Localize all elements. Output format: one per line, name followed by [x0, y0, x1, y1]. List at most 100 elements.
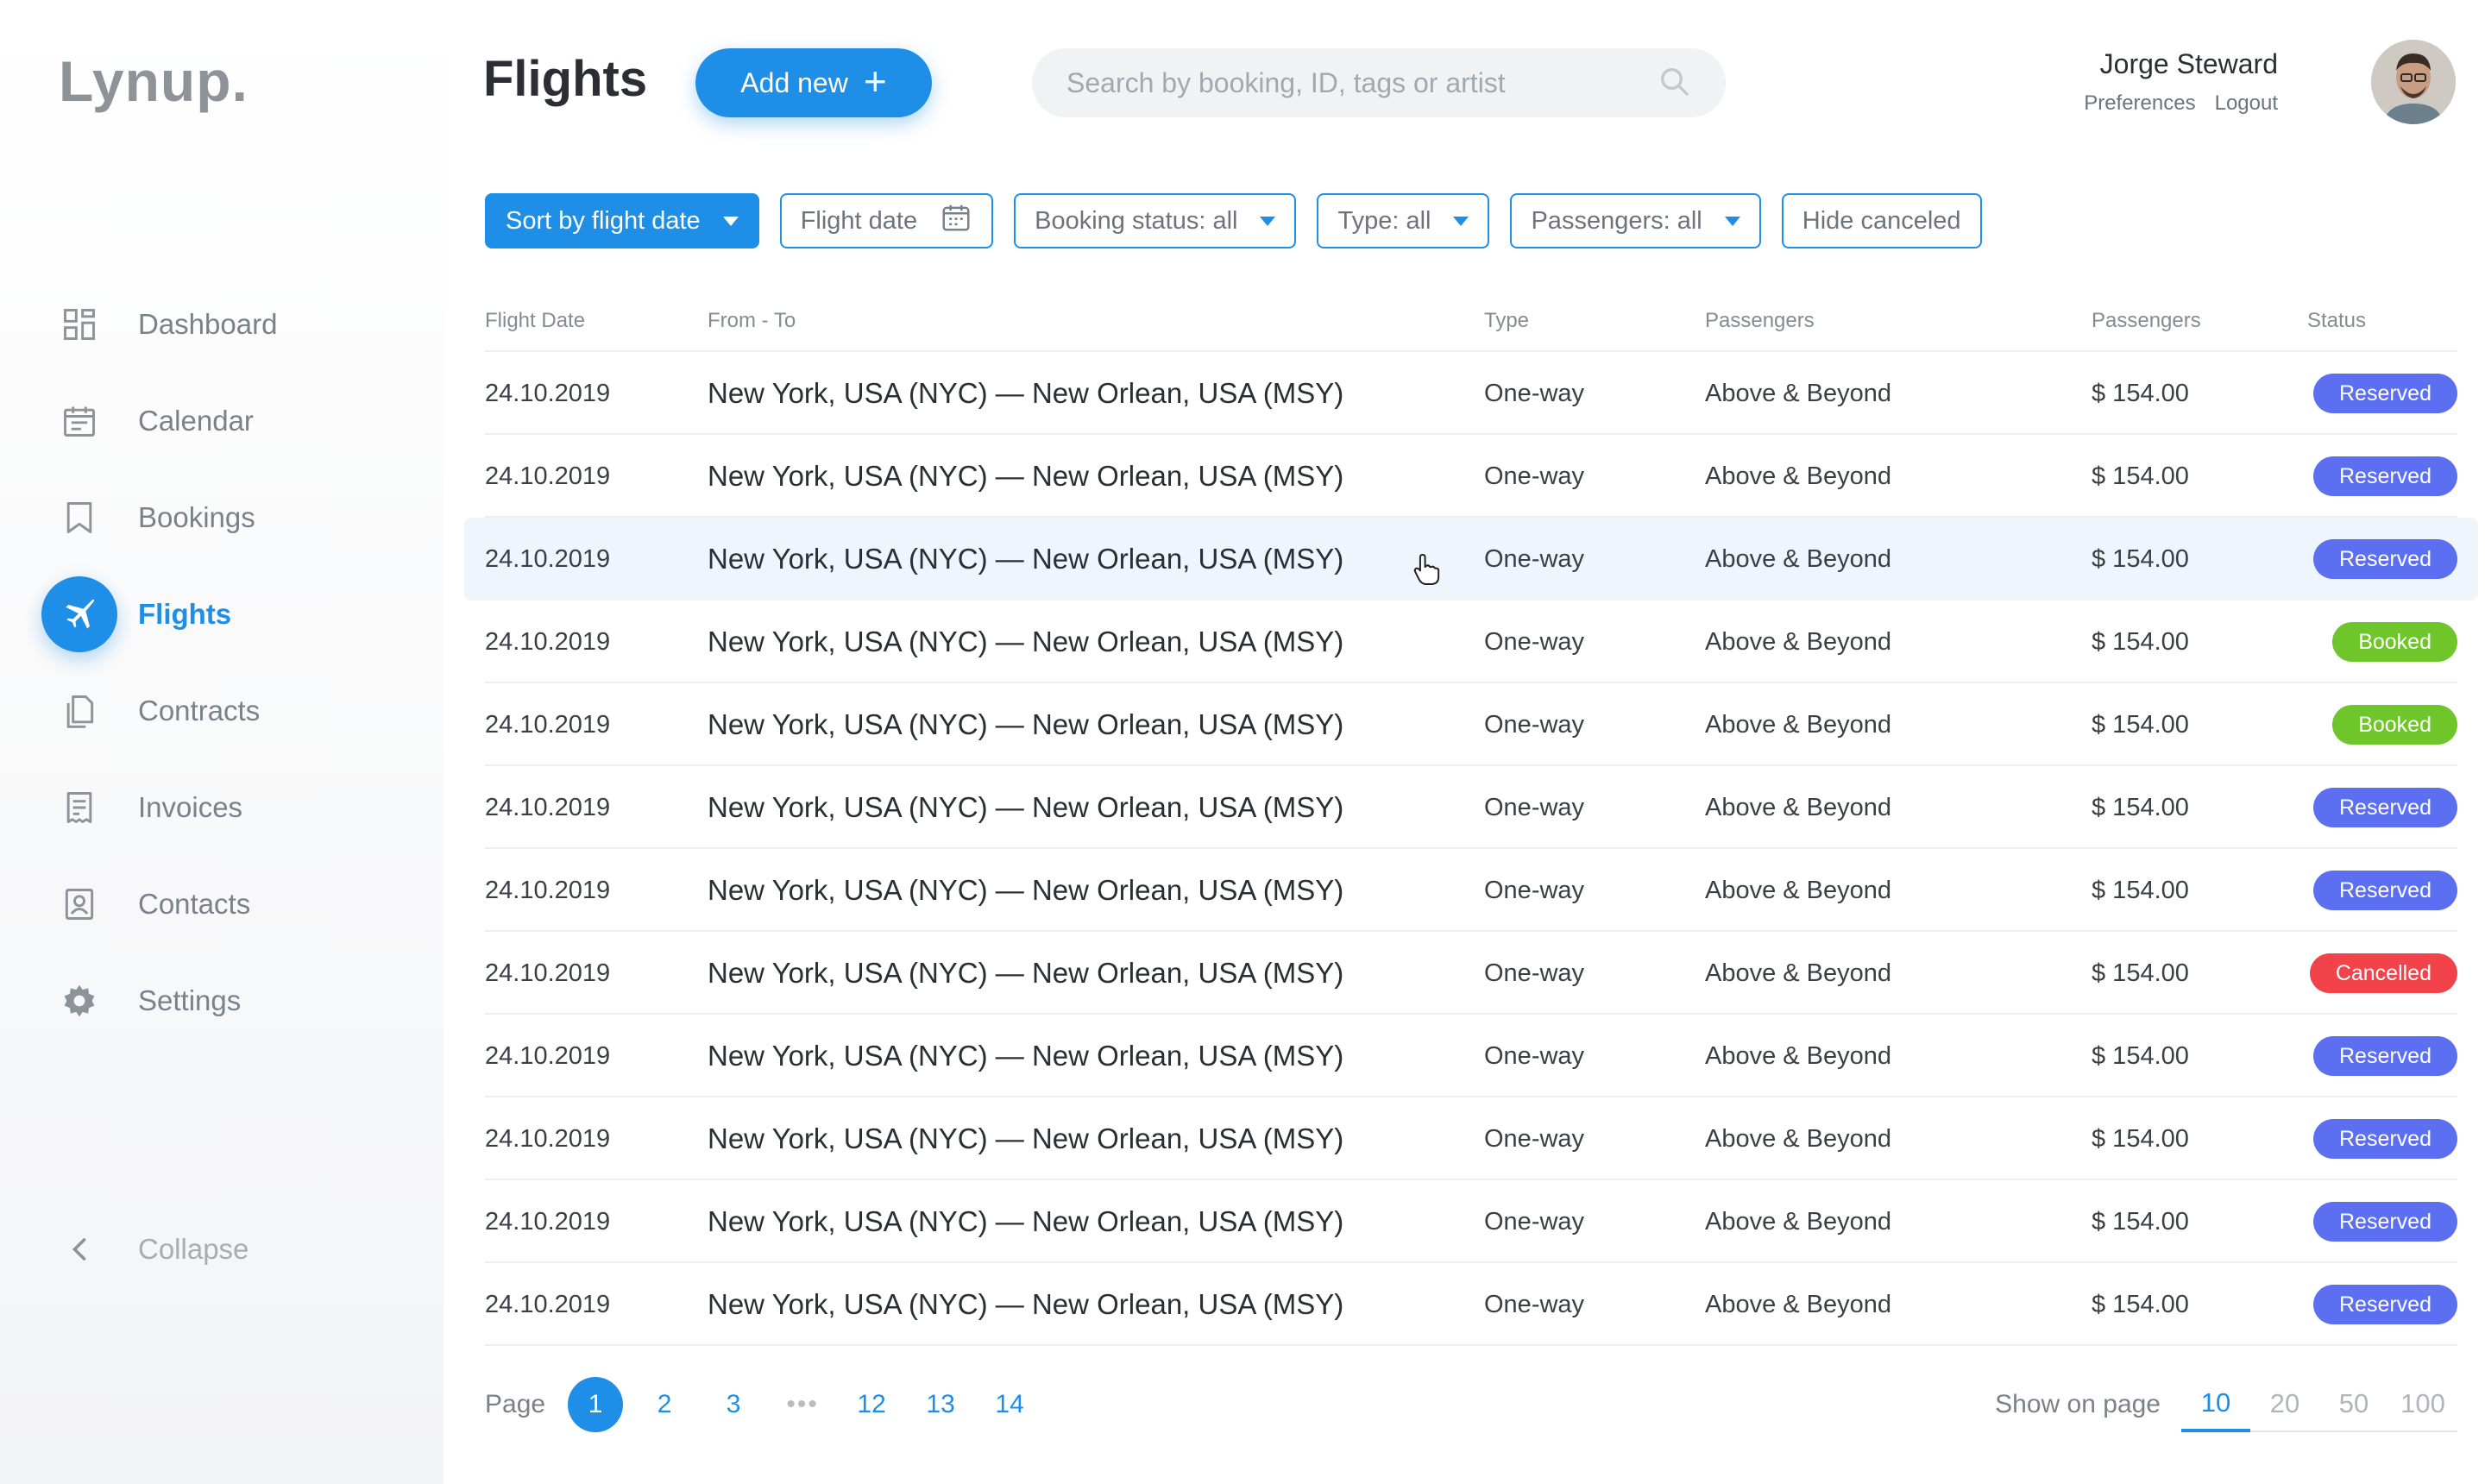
table-row[interactable]: 24.10.2019 New York, USA (NYC) — New Orle… [464, 518, 2478, 601]
sidebar-item-contacts[interactable]: Contacts [41, 856, 421, 953]
sidebar-item-calendar[interactable]: Calendar [41, 373, 421, 469]
passengers-cell: Above & Beyond [1705, 1290, 1892, 1318]
status-badge: Reserved [2313, 1119, 2457, 1159]
table-row[interactable]: 24.10.2019 New York, USA (NYC) — New Orle… [485, 683, 2457, 766]
table-row[interactable]: 24.10.2019 New York, USA (NYC) — New Orle… [485, 849, 2457, 932]
route-cell: New York, USA (NYC) — New Orlean, USA (M… [708, 626, 1344, 657]
passengers-cell: Above & Beyond [1705, 959, 1892, 987]
plus-icon: + [863, 59, 887, 104]
status-badge: Reserved [2313, 788, 2457, 827]
type-cell: One-way [1484, 876, 1585, 904]
status-badge: Booked [2332, 705, 2457, 745]
search-icon[interactable] [1657, 64, 1691, 103]
table-row[interactable]: 24.10.2019 New York, USA (NYC) — New Orle… [485, 1180, 2457, 1263]
sort-dropdown[interactable]: Sort by flight date [485, 193, 759, 248]
sidebar-item-settings[interactable]: Settings [41, 953, 421, 1049]
table-row[interactable]: 24.10.2019 New York, USA (NYC) — New Orle… [485, 1263, 2457, 1346]
column-header-price[interactable]: Passengers [2092, 309, 2201, 333]
sidebar-item-bookings[interactable]: Bookings [41, 469, 421, 566]
search-input[interactable] [1066, 66, 1657, 99]
caret-down-icon [1260, 216, 1276, 226]
column-header-type[interactable]: Type [1484, 309, 1529, 333]
sidebar-item-contracts[interactable]: Contracts [41, 663, 421, 759]
type-cell: One-way [1484, 544, 1585, 573]
page-button[interactable]: 13 [913, 1377, 968, 1432]
price-cell: $ 154.00 [2092, 1041, 2189, 1070]
price-cell: $ 154.00 [2092, 462, 2189, 490]
passengers-cell: Above & Beyond [1705, 710, 1892, 739]
table-row[interactable]: 24.10.2019 New York, USA (NYC) — New Orle… [485, 1015, 2457, 1097]
status-cell: Booked [2332, 683, 2457, 766]
flight-date-filter[interactable]: Flight date [779, 193, 994, 248]
route-cell: New York, USA (NYC) — New Orlean, USA (M… [708, 874, 1344, 906]
price-cell: $ 154.00 [2092, 1207, 2189, 1236]
page-title: Flights [483, 51, 648, 107]
flight-date-cell: 24.10.2019 [485, 710, 611, 739]
table-row[interactable]: 24.10.2019 New York, USA (NYC) — New Orle… [485, 352, 2457, 435]
page-button[interactable]: 3 [706, 1377, 761, 1432]
type-cell: One-way [1484, 1207, 1585, 1236]
hide-canceled-label: Hide canceled [1802, 206, 1961, 235]
passengers-cell: Above & Beyond [1705, 379, 1892, 407]
page-button[interactable]: 1 [568, 1377, 624, 1432]
column-header-passengers[interactable]: Passengers [1705, 309, 1815, 333]
type-cell: One-way [1484, 1124, 1585, 1153]
table-row[interactable]: 24.10.2019 New York, USA (NYC) — New Orle… [485, 435, 2457, 518]
per-page-option[interactable]: 10 [2181, 1377, 2250, 1432]
status-badge: Reserved [2313, 539, 2457, 579]
table-row[interactable]: 24.10.2019 New York, USA (NYC) — New Orle… [485, 1097, 2457, 1180]
logout-link[interactable]: Logout [2215, 91, 2278, 116]
page-button[interactable]: 14 [982, 1377, 1037, 1432]
status-badge: Reserved [2313, 456, 2457, 496]
per-page-option[interactable]: 100 [2388, 1377, 2457, 1432]
table-row[interactable]: 24.10.2019 New York, USA (NYC) — New Orle… [485, 932, 2457, 1015]
chevron-left-icon [41, 1211, 117, 1287]
column-header-flight-date[interactable]: Flight Date [485, 309, 585, 333]
status-badge: Reserved [2313, 871, 2457, 910]
type-label: Type: all [1337, 206, 1431, 235]
page-label: Page [485, 1390, 546, 1418]
route-cell: New York, USA (NYC) — New Orlean, USA (M… [708, 1205, 1344, 1237]
table-row[interactable]: 24.10.2019 New York, USA (NYC) — New Orle… [485, 766, 2457, 849]
status-cell: Reserved [2313, 849, 2457, 932]
flight-date-cell: 24.10.2019 [485, 959, 611, 987]
collapse-button[interactable]: Collapse [41, 1201, 387, 1298]
flight-date-cell: 24.10.2019 [485, 793, 611, 821]
add-new-button[interactable]: Add new + [695, 48, 932, 117]
user-name: Jorge Steward [2099, 48, 2278, 79]
sidebar-item-dashboard[interactable]: Dashboard [41, 276, 421, 373]
caret-down-icon [722, 216, 739, 226]
route-cell: New York, USA (NYC) — New Orlean, USA (M… [708, 957, 1344, 989]
page-button[interactable]: 12 [844, 1377, 899, 1432]
user-links: Preferences Logout [2084, 91, 2278, 116]
per-page-option[interactable]: 50 [2319, 1377, 2388, 1432]
column-header-from-to[interactable]: From - To [708, 309, 796, 333]
passengers-dropdown[interactable]: Passengers: all [1510, 193, 1761, 248]
status-badge: Reserved [2313, 1285, 2457, 1324]
flight-date-cell: 24.10.2019 [485, 544, 611, 573]
per-page-selector: Show on page 10 20 50 100 [1995, 1377, 2457, 1432]
passengers-cell: Above & Beyond [1705, 627, 1892, 656]
type-cell: One-way [1484, 379, 1585, 407]
hide-canceled-toggle[interactable]: Hide canceled [1781, 193, 1982, 248]
status-cell: Reserved [2313, 1015, 2457, 1097]
passengers-cell: Above & Beyond [1705, 462, 1892, 490]
route-cell: New York, USA (NYC) — New Orlean, USA (M… [708, 377, 1344, 409]
status-badge: Reserved [2313, 1202, 2457, 1242]
per-page-option[interactable]: 20 [2250, 1377, 2319, 1432]
table-row[interactable]: 24.10.2019 New York, USA (NYC) — New Orle… [485, 601, 2457, 683]
column-header-status[interactable]: Status [2307, 309, 2366, 333]
calendar-icon [41, 383, 117, 459]
sidebar-item-flights[interactable]: Flights [41, 566, 421, 663]
logo: Lynup. [59, 49, 248, 113]
passengers-cell: Above & Beyond [1705, 1124, 1892, 1153]
avatar[interactable] [2371, 40, 2456, 124]
preferences-link[interactable]: Preferences [2084, 91, 2195, 116]
type-dropdown[interactable]: Type: all [1317, 193, 1490, 248]
calendar-icon [940, 201, 972, 241]
documents-icon [41, 673, 117, 749]
booking-status-dropdown[interactable]: Booking status: all [1014, 193, 1297, 248]
sidebar-item-invoices[interactable]: Invoices [41, 759, 421, 856]
page-button[interactable]: 2 [637, 1377, 692, 1432]
flight-date-cell: 24.10.2019 [485, 627, 611, 656]
